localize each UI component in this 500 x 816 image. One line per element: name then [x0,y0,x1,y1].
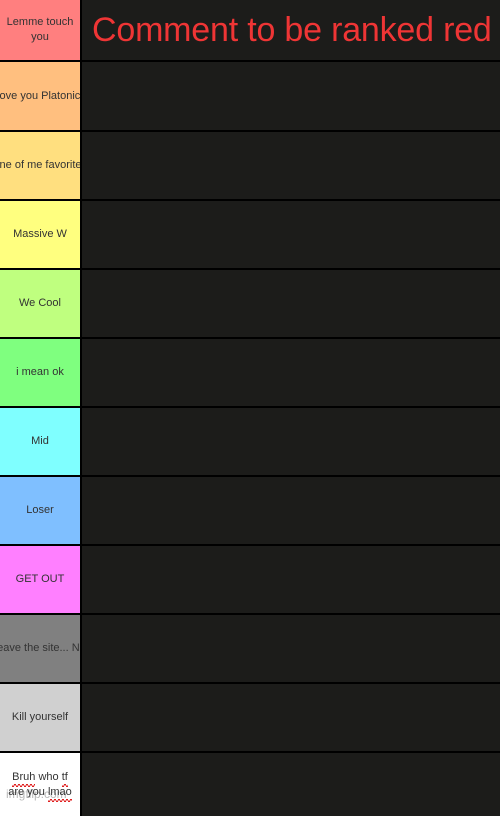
misspelled-word: tf [61,770,68,787]
tier-label-5[interactable]: We Cool [0,270,82,337]
tier-row: I love you Platonically [0,62,500,132]
tier-drop-zone-9[interactable] [82,546,500,613]
label-text-fragment: who [35,770,62,783]
tier-row: We Cool [0,270,500,339]
tier-label-line-2: are you lmao [3,785,77,802]
tier-label-line-1: Bruh who tf [3,770,77,787]
tier-drop-zone-1[interactable]: Comment to be ranked red [82,0,500,60]
tier-row: Kill yourself [0,684,500,753]
tier-label-12[interactable]: Bruh who tf are you lmao imgflip.com [0,753,82,816]
tier-row: One of me favorite users [0,132,500,201]
tier-label-1[interactable]: Lemme touch you [0,0,82,60]
tier-label-text: Massive W [13,228,67,240]
tier-label-text: One of me favorite users [0,159,82,171]
tier-label-8[interactable]: Loser [0,477,82,544]
tier-row: Mid [0,408,500,477]
tier-drop-zone-8[interactable] [82,477,500,544]
tier-row: Loser [0,477,500,546]
tier-label-text: We Cool [19,297,61,309]
tier-drop-zone-4[interactable] [82,201,500,268]
tier-drop-zone-2[interactable] [82,62,500,130]
tier-row: i mean ok [0,339,500,408]
tier-label-2[interactable]: I love you Platonically [0,62,82,130]
tier-row: Massive W [0,201,500,270]
tier-label-4[interactable]: Massive W [0,201,82,268]
tier-label-text: i mean ok [16,366,64,378]
tier-drop-zone-10[interactable] [82,615,500,682]
tier-row: Bruh who tf are you lmao imgflip.com [0,753,500,816]
tier-label-text: Mid [31,435,49,447]
tier-label-text: Bruh who tf are you lmao imgflip.com [3,770,77,802]
tier-label-6[interactable]: i mean ok [0,339,82,406]
tier-drop-zone-3[interactable] [82,132,500,199]
tier-list: Lemme touch you Comment to be ranked red I… [0,0,500,816]
misspelled-word: lmao [47,785,72,802]
tier-label-3[interactable]: One of me favorite users [0,132,82,199]
misspelled-word: Bruh [12,770,36,787]
tier-label-text: Loser [26,504,54,516]
tier-drop-zone-12[interactable] [82,753,500,816]
tier-label-text: Lemme touch you [6,16,74,43]
tier-label-11[interactable]: Kill yourself [0,684,82,751]
tier-drop-zone-6[interactable] [82,339,500,406]
tier-label-text: Kill yourself [11,711,69,723]
tier-drop-zone-7[interactable] [82,408,500,475]
tier-row: Lemme touch you Comment to be ranked red [0,0,500,62]
tier-label-9[interactable]: GET OUT [0,546,82,613]
tier-label-text: Leave the site... NOW [0,642,80,654]
tier-row: GET OUT [0,546,500,615]
tier-label-7[interactable]: Mid [0,408,82,475]
label-text-fragment: are you [8,785,48,798]
tier-drop-zone-5[interactable] [82,270,500,337]
tier-label-text: GET OUT [15,573,65,585]
tier-drop-zone-11[interactable] [82,684,500,751]
tier-row: Leave the site... NOW [0,615,500,684]
tier-label-10[interactable]: Leave the site... NOW [0,615,82,682]
tier-label-text: I love you Platonically [0,89,81,102]
tier-list-title: Comment to be ranked red [92,11,492,49]
